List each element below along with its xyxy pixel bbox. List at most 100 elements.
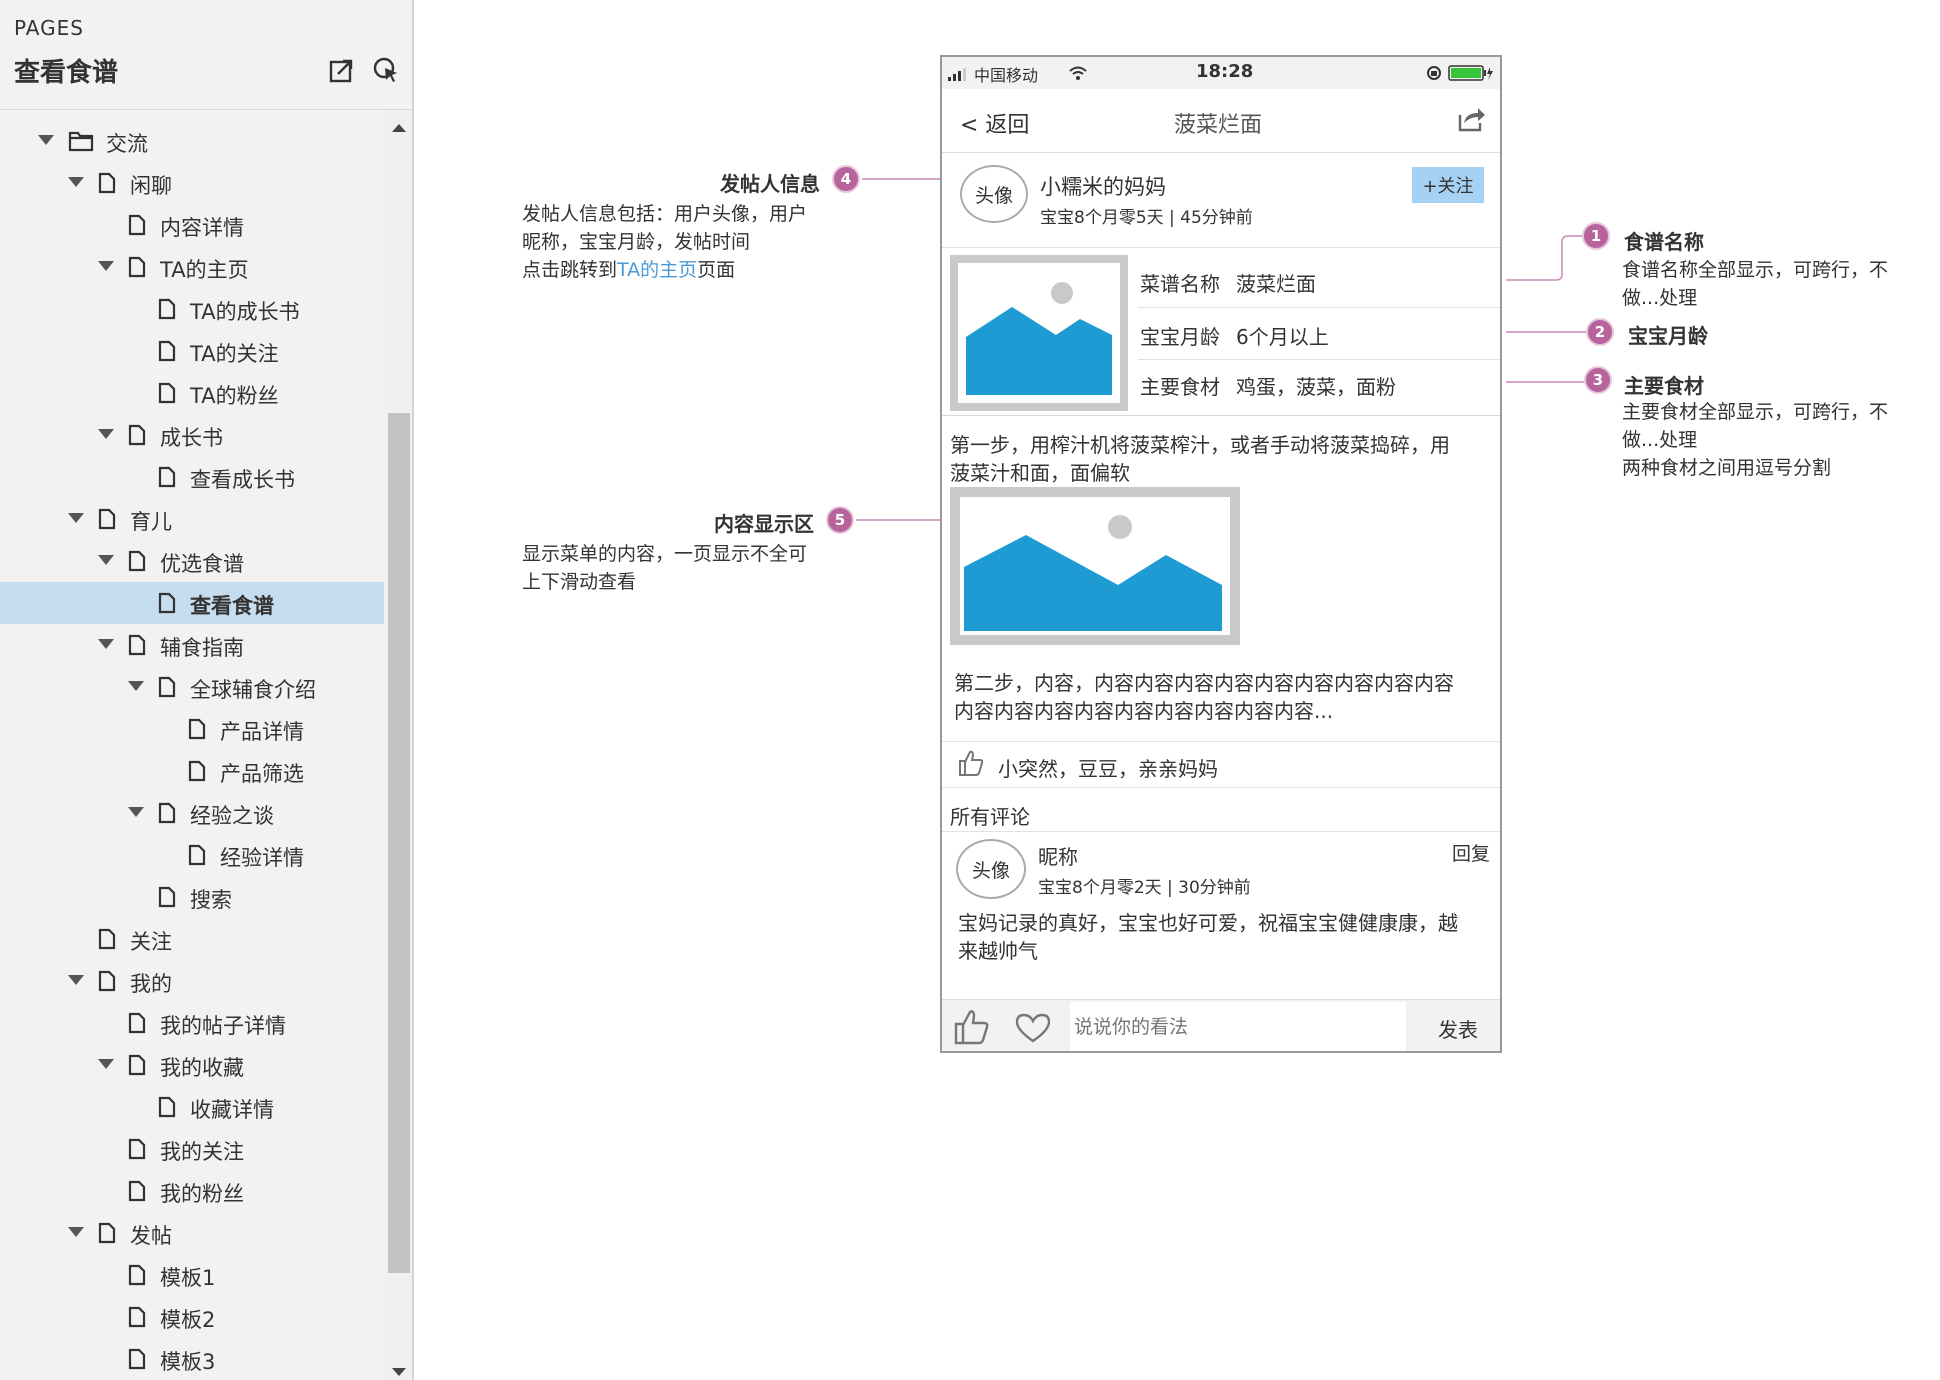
page-icon (188, 760, 206, 782)
sidebar-scrollbar-thumb[interactable] (388, 413, 410, 1273)
tree-item-label: 全球辅食介绍 (190, 678, 316, 702)
scroll-up-arrow-icon[interactable] (392, 124, 406, 132)
annotation-3-text: 主要食材全部显示，可跨行，不 做...处理 两种食材之间用逗号分割 (1622, 398, 1888, 482)
page-icon (188, 718, 206, 740)
expand-caret-icon[interactable] (98, 555, 114, 565)
annotation-1-text: 食谱名称全部显示，可跨行，不 做...处理 (1622, 256, 1888, 312)
expand-caret-icon[interactable] (38, 135, 54, 145)
tree-item[interactable]: 经验详情 (0, 834, 384, 876)
tree-item[interactable]: 闲聊 (0, 162, 384, 204)
favorite-heart-icon[interactable] (1014, 1012, 1052, 1044)
tree-item-label: 我的 (130, 972, 172, 996)
annotation-4-line3-post: 页面 (697, 259, 736, 281)
scroll-down-arrow-icon[interactable] (392, 1368, 406, 1376)
expand-caret-icon[interactable] (128, 807, 144, 817)
page-icon (158, 676, 176, 698)
expand-caret-icon[interactable] (128, 681, 144, 691)
comment-input[interactable] (1070, 1002, 1406, 1051)
expand-caret-icon[interactable] (68, 975, 84, 985)
tree-item[interactable]: 搜索 (0, 876, 384, 918)
tree-item[interactable]: 交流 (0, 120, 384, 162)
like-icon[interactable] (954, 1008, 990, 1046)
poster-avatar[interactable]: 头像 (960, 165, 1028, 223)
tree-item[interactable]: 我的关注 (0, 1128, 384, 1170)
thumbs-up-icon[interactable] (958, 749, 984, 777)
annotation-3-line1: 主要食材全部显示，可跨行，不 (1622, 401, 1889, 423)
tree-item-label: 查看食谱 (190, 594, 274, 618)
tree-item-label: 发帖 (130, 1224, 172, 1248)
page-icon (158, 466, 176, 488)
expand-caret-icon[interactable] (98, 429, 114, 439)
page-icon (128, 1138, 146, 1160)
tree-item[interactable]: 模板1 (0, 1254, 384, 1296)
page-icon (158, 802, 176, 824)
tree-item-label: 我的粉丝 (160, 1182, 244, 1206)
tree-item[interactable]: 内容详情 (0, 204, 384, 246)
reply-button[interactable]: 回复 (1452, 839, 1490, 866)
wifi-icon (1069, 66, 1087, 80)
annotation-1-line2: 做...处理 (1622, 287, 1698, 309)
tree-item[interactable]: 我的 (0, 960, 384, 1002)
tree-item[interactable]: TA的成长书 (0, 288, 384, 330)
tree-item[interactable]: 我的粉丝 (0, 1170, 384, 1212)
expand-caret-icon[interactable] (98, 639, 114, 649)
page-icon (98, 928, 116, 950)
follow-button[interactable]: +关注 (1412, 167, 1484, 203)
expand-caret-icon[interactable] (68, 177, 84, 187)
tree-item-label: 内容详情 (160, 216, 244, 240)
baby-age-label: 宝宝月龄 (1140, 325, 1220, 349)
current-page-title: 查看食谱 (14, 58, 119, 88)
commenter-name[interactable]: 昵称 (1038, 841, 1078, 870)
recipe-cover-image[interactable] (950, 255, 1128, 411)
tree-item[interactable]: 成长书 (0, 414, 384, 456)
tree-item[interactable]: 查看食谱 (0, 582, 384, 624)
expand-caret-icon[interactable] (68, 513, 84, 523)
tree-item-label: TA的主页 (160, 258, 249, 282)
tree-item[interactable]: TA的主页 (0, 246, 384, 288)
expand-caret-icon[interactable] (98, 261, 114, 271)
poster-name[interactable]: 小糯米的妈妈 (1040, 171, 1166, 201)
tree-item[interactable]: 发帖 (0, 1212, 384, 1254)
tree-item[interactable]: 育儿 (0, 498, 384, 540)
tree-item[interactable]: 收藏详情 (0, 1086, 384, 1128)
back-button[interactable]: < 返回 (960, 107, 1029, 139)
step1-image[interactable] (950, 487, 1240, 645)
tree-item[interactable]: 辅食指南 (0, 624, 384, 666)
folder-icon (68, 131, 94, 152)
tree-item-label: 辅食指南 (160, 636, 244, 660)
tree-item[interactable]: 优选食谱 (0, 540, 384, 582)
tree-item[interactable]: 经验之谈 (0, 792, 384, 834)
share-icon[interactable] (1456, 105, 1486, 133)
sidebar-header: PAGES 查看食谱 (0, 0, 412, 110)
annotation-4-line3: 点击跳转到TA的主页页面 (522, 256, 807, 284)
tree-item[interactable]: 关注 (0, 918, 384, 960)
page-icon (128, 634, 146, 656)
tree-item[interactable]: 模板3 (0, 1338, 384, 1380)
expand-caret-icon[interactable] (98, 1059, 114, 1069)
ta-homepage-link[interactable]: TA的主页 (617, 259, 697, 281)
tree-item[interactable]: 我的帖子详情 (0, 1002, 384, 1044)
tree-item-label: 模板2 (160, 1308, 216, 1332)
expand-caret-icon[interactable] (68, 1227, 84, 1237)
tree-item[interactable]: 我的收藏 (0, 1044, 384, 1086)
tree-item[interactable]: 产品筛选 (0, 750, 384, 792)
baby-age-value: 6个月以上 (1236, 325, 1329, 349)
nav-title: 菠菜烂面 (1174, 113, 1263, 138)
tree-item[interactable]: 模板2 (0, 1296, 384, 1338)
tree-item[interactable]: TA的关注 (0, 330, 384, 372)
tree-item[interactable]: 查看成长书 (0, 456, 384, 498)
page-icon (128, 1012, 146, 1034)
tree-item-label: 收藏详情 (190, 1098, 274, 1122)
page-icon (128, 550, 146, 572)
pointer-icon[interactable] (372, 56, 400, 84)
commenter-avatar[interactable]: 头像 (956, 839, 1026, 899)
commenter-meta: 宝宝8个月零2天 | 30分钟前 (1038, 878, 1251, 898)
export-icon[interactable] (328, 56, 356, 84)
divider (1138, 359, 1500, 360)
tree-item-label: TA的关注 (190, 342, 279, 366)
tree-item[interactable]: 产品详情 (0, 708, 384, 750)
send-button[interactable]: 发表 (1438, 1014, 1478, 1043)
tree-item[interactable]: TA的粉丝 (0, 372, 384, 414)
annotation-4-line1: 发帖人信息包括：用户头像，用户 (522, 203, 808, 225)
tree-item[interactable]: 全球辅食介绍 (0, 666, 384, 708)
